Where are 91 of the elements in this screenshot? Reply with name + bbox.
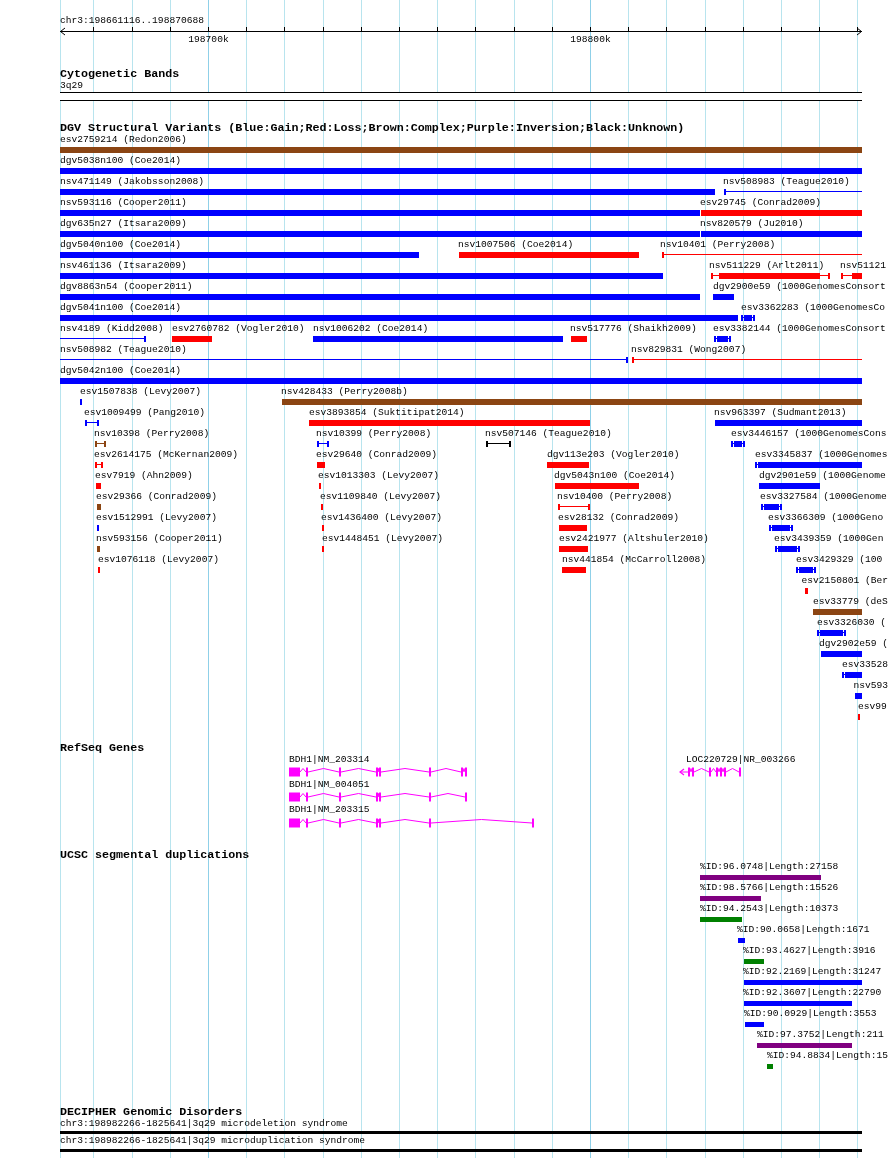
variant-label: esv1507838 (Levy2007) [80,387,201,397]
variant-label: esv3893854 (Suktitipat2014) [309,408,465,418]
variant-label: nsv511229 (Arlt2011) [709,261,825,271]
variant-label: dgv5041n100 (Coe2014) [60,303,181,313]
variant-label: esv99 [858,702,887,712]
variant-label: esv33779 (deS [813,597,888,607]
variant-label: esv3429329 (100 [796,555,883,565]
variant-label: esv3327584 (1000Genome [760,492,887,502]
gene-model [679,766,742,777]
variant-label: nsv963397 (Sudmant2013) [714,408,847,418]
variant-label: esv1109840 (Levy2007) [320,492,441,502]
variant-label: nsv10401 (Perry2008) [660,240,776,250]
track-title: UCSC segmental duplications [60,849,250,861]
variant-label: esv3446157 (1000GenomesCons [731,429,887,439]
segdup-label: %ID:98.5766|Length:15526 [700,883,839,893]
disorder-label: chr3:198982266-1825641|3q29 microdeletion syndrome [60,1118,348,1129]
variant-label: esv1013303 (Levy2007) [318,471,439,481]
variant-label: dgv2901e59 (1000Genome [759,471,886,481]
variant-label: esv3439359 (1000Gen [774,534,884,544]
variant-label: esv3362283 (1000GenomesCo [741,303,885,313]
variant-label: nsv508982 (Teague2010) [60,345,187,355]
segdup-label: %ID:96.0748|Length:27158 [700,862,839,872]
variant-label: esv33528 [841,660,888,670]
track-title: RefSeq Genes [60,742,145,754]
segdup-label: %ID:90.0658|Length:1671 [737,925,870,935]
variant-label: esv1076118 (Levy2007) [98,555,219,565]
variant-label: dgv2902e59 ( [818,639,888,649]
variant-label: dgv5043n100 (Coe2014) [554,471,675,481]
variant-label: nsv1006202 (Coe2014) [313,324,429,334]
segdup-label: %ID:94.8834|Length:15 [767,1051,888,1061]
variant-label: nsv820579 (Ju2010) [700,219,804,229]
variant-label: esv7919 (Ahn2009) [95,471,193,481]
tick-label: 198700k [188,35,229,45]
variant-label: nsv517776 (Shaikh2009) [570,324,697,334]
variant-label: dgv8863n54 (Cooper2011) [60,282,193,292]
variant-label: nsv10398 (Perry2008) [94,429,210,439]
variant-label: esv28132 (Conrad2009) [558,513,679,523]
segdup-label: %ID:94.2543|Length:10373 [700,904,839,914]
variant-label: esv3345837 (1000Genomes [755,450,888,460]
variant-label: nsv4189 (Kidd2008) [60,324,164,334]
variant-label: dgv113e203 (Vogler2010) [547,450,680,460]
disorder-label: chr3:198982266-1825641|3q29 microduplication syndrome [60,1136,366,1147]
gene-label: BDH1|NM_004051 [289,780,370,791]
variant-label: nsv471149 (Jakobsson2008) [60,177,204,187]
band-label: 3q29 [60,81,84,91]
variant-label: nsv1007506 (Coe2014) [458,240,574,250]
variant-label: dgv5042n100 (Coe2014) [60,366,181,376]
variant-label: nsv508983 (Teague2010) [723,177,850,187]
track-title: Cytogenetic Bands [60,68,180,80]
variant-label: esv1448451 (Levy2007) [322,534,443,544]
location-label: chr3:198661116..198870688 [60,16,204,26]
variant-label: esv1436400 (Levy2007) [321,513,442,523]
segdup-label: %ID:90.0929|Length:3553 [744,1009,877,1019]
track-title: DGV Structural Variants (Blue:Gain;Red:Loss;Brown:Complex;Purple:Inversion;Black:Unknown) [60,122,685,134]
segdup-label: %ID:97.3752|Length:211 [757,1030,884,1040]
segdup-label: %ID:93.4627|Length:3916 [743,946,876,956]
variant-label: esv29640 (Conrad2009) [316,450,437,460]
variant-label: dgv635n27 (Itsara2009) [60,219,187,229]
variant-label: nsv428433 (Perry2008b) [281,387,408,397]
variant-label: esv29745 (Conrad2009) [700,198,821,208]
variant-label: esv29366 (Conrad2009) [96,492,217,502]
variant-label: esv2614175 (McKernan2009) [94,450,238,460]
variant-label: nsv593 [853,681,888,691]
variant-label: nsv10399 (Perry2008) [316,429,432,439]
variant-label: esv3326030 ( [817,618,887,628]
variant-label: nsv593116 (Cooper2011) [60,198,187,208]
variant-label: nsv10400 (Perry2008) [557,492,673,502]
variant-label: esv2760782 (Vogler2010) [172,324,305,334]
variant-label: esv2150801 (Ber [801,576,888,586]
variant-label: esv3366309 (1000Geno [768,513,884,523]
variant-label: esv2759214 (Redon2006) [60,135,187,145]
variant-label: esv2421977 (Altshuler2010) [559,534,709,544]
variant-label: esv1009499 (Pang2010) [84,408,205,418]
variant-label: dgv2900e59 (1000GenomesConsort [713,282,886,292]
variant-label: nsv461136 (Itsara2009) [60,261,187,271]
variant-label: nsv829831 (Wong2007) [631,345,747,355]
tick-label: 198800k [570,35,611,45]
variant-label: dgv5038n100 (Coe2014) [60,156,181,166]
variant-label: nsv51121 [840,261,887,271]
variant-label: dgv5040n100 (Coe2014) [60,240,181,250]
variant-label: nsv441854 (McCarroll2008) [562,555,706,565]
variant-label: nsv507146 (Teague2010) [485,429,612,439]
segdup-label: %ID:92.2169|Length:31247 [743,967,882,977]
variant-label: nsv593156 (Cooper2011) [96,534,223,544]
gene-label: LOC220729|NR_003266 [686,754,796,765]
gene-label: BDH1|NM_203314 [289,754,370,765]
variant-label: esv3382144 (1000GenomesConsort [713,324,886,334]
segdup-label: %ID:92.3607|Length:22790 [743,988,882,998]
track-title: DECIPHER Genomic Disorders [60,1106,243,1118]
gene-label: BDH1|NM_203315 [289,805,370,815]
variant-label: esv1512991 (Levy2007) [96,513,217,523]
